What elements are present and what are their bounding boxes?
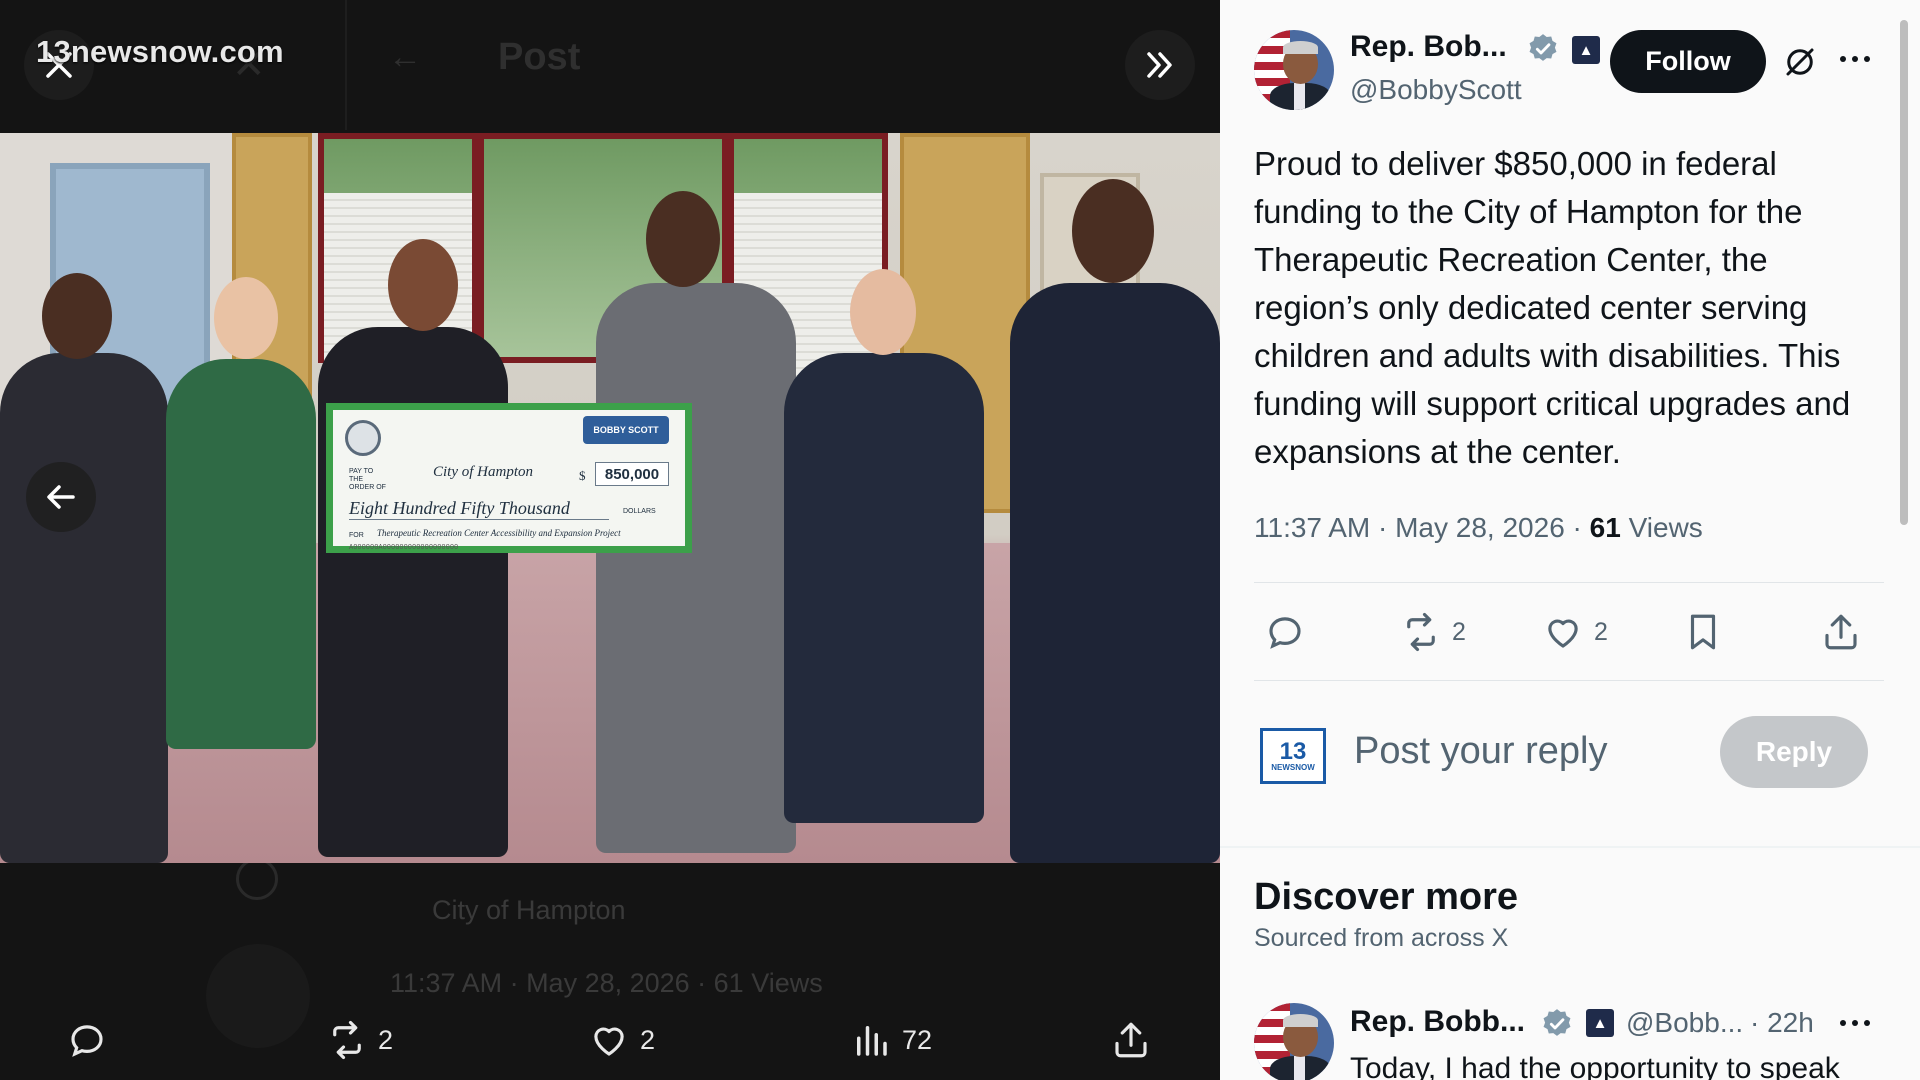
back-arrow-icon: ← xyxy=(388,38,422,76)
photo-person-4-head xyxy=(646,191,720,287)
media-like-button[interactable]: 2 xyxy=(588,1008,655,1072)
background-meta: 11:37 AM · May 28, 2026 · 61 Views xyxy=(390,968,823,998)
post-text: Proud to deliver $850,000 in federal fun… xyxy=(1254,145,1851,470)
recommended-post-time[interactable]: · 22h xyxy=(1750,1007,1814,1039)
check-dollars-label: DOLLARS xyxy=(623,508,656,515)
avatar-logo-number: 13 xyxy=(1279,737,1307,765)
check-payee: City of Hampton xyxy=(433,464,533,480)
check-pay-to-label: PAY TO THE ORDER OF xyxy=(349,468,386,491)
photo-person-4 xyxy=(596,283,796,853)
check-for-label: FOR xyxy=(349,532,364,539)
section-divider xyxy=(1220,846,1920,848)
background-location: City of Hampton xyxy=(432,895,626,925)
like-button[interactable]: 2 xyxy=(1542,604,1608,660)
arrow-left-icon xyxy=(47,485,75,509)
recommended-post-text: Today, I had the opportunity to speak xyxy=(1350,1052,1840,1080)
post-photo[interactable]: BOBBY SCOTT PAY TO THE ORDER OF City of … xyxy=(0,133,1220,863)
discover-subtitle: Sourced from across X xyxy=(1254,924,1509,952)
photo-person-1-head xyxy=(42,273,112,359)
photo-person-2-head xyxy=(214,277,278,359)
bookmark-icon xyxy=(1690,614,1716,650)
author-avatar[interactable] xyxy=(1254,30,1334,110)
reply-icon xyxy=(1269,617,1301,649)
photo-person-6 xyxy=(1010,283,1220,863)
divider xyxy=(1254,680,1884,681)
user-avatar[interactable]: 13 NEWSNOW xyxy=(1260,728,1326,784)
check-memo: Therapeutic Recreation Center Accessibil… xyxy=(377,528,621,538)
reply-composer: 13 NEWSNOW Post your reply Reply xyxy=(1220,700,1920,800)
photo-person-5 xyxy=(784,353,984,823)
post-action-bar: 2 2 xyxy=(1220,604,1920,660)
background-divider xyxy=(345,0,347,130)
grok-icon[interactable] xyxy=(1782,44,1818,80)
repost-icon xyxy=(333,1020,361,1060)
share-button[interactable] xyxy=(1820,604,1862,660)
repost-button[interactable]: 2 xyxy=(1400,604,1466,660)
verified-badge-icon xyxy=(1543,1009,1571,1036)
capitol-affiliation-icon: ▲ xyxy=(1586,1009,1614,1037)
avatar-logo-sub: NEWSNOW xyxy=(1271,762,1315,772)
photo-person-5-head xyxy=(850,269,916,355)
congress-seal-icon xyxy=(345,420,381,456)
recommended-author-name[interactable]: Rep. Bobb... xyxy=(1350,1005,1525,1039)
more-options-icon[interactable] xyxy=(1840,56,1870,62)
media-action-bar: 2 2 72 xyxy=(0,1008,1220,1072)
verified-badge-icon xyxy=(1529,34,1557,61)
post-meta: 11:37 AM · May 28, 2026 · 61 Views xyxy=(1254,512,1703,544)
heart-icon xyxy=(594,1027,624,1056)
check-amount-words: Eight Hundred Fifty Thousand xyxy=(349,498,609,520)
author-name[interactable]: Rep. Bob... xyxy=(1350,30,1507,64)
media-repost-button[interactable]: 2 xyxy=(326,1008,393,1072)
more-options-icon[interactable] xyxy=(1840,1020,1870,1026)
post-views-count: 61 xyxy=(1589,512,1621,543)
media-reply-button[interactable] xyxy=(66,1008,108,1072)
check-amount: 850,000 xyxy=(595,462,669,486)
post-timestamp[interactable]: 11:37 AM · May 28, 2026 · xyxy=(1254,512,1590,543)
reply-input[interactable]: Post your reply xyxy=(1354,730,1607,773)
scrollbar[interactable] xyxy=(1900,20,1908,525)
media-views-count: 72 xyxy=(902,1024,933,1055)
post-detail-panel: Rep. Bob... ▲ @BobbyScott Follow Proud t… xyxy=(1220,0,1920,1080)
check-micr-line: A000000A000000000000000000 xyxy=(349,544,459,552)
double-chevron-right-icon xyxy=(1147,52,1172,78)
station-watermark: 13newsnow.com xyxy=(36,34,284,69)
discover-title: Discover more xyxy=(1254,876,1519,918)
media-viewer: ✕ ← Post City of Hampton 11:37 AM · May … xyxy=(0,0,1220,1080)
photo-person-2 xyxy=(166,359,316,749)
bar-chart-icon xyxy=(857,1026,887,1056)
media-repost-count: 2 xyxy=(378,1024,394,1055)
recommended-avatar[interactable] xyxy=(1254,1003,1334,1080)
expand-panel-button[interactable] xyxy=(1125,30,1195,100)
divider xyxy=(1254,582,1884,583)
recommended-author-handle[interactable]: @Bobb... xyxy=(1626,1007,1743,1039)
bookmark-button[interactable] xyxy=(1682,604,1724,660)
media-views-button[interactable]: 72 xyxy=(850,1008,932,1072)
media-share-button[interactable] xyxy=(1110,1008,1152,1072)
repost-count: 2 xyxy=(1452,617,1466,646)
reply-icon xyxy=(71,1025,103,1057)
like-count: 2 xyxy=(1594,617,1608,646)
capitol-affiliation-icon: ▲ xyxy=(1572,36,1600,64)
photo-person-6-head xyxy=(1072,179,1154,283)
repost-icon xyxy=(1407,612,1435,652)
background-page-title: Post xyxy=(498,36,581,78)
share-icon xyxy=(1115,1022,1147,1058)
post-views-label: Views xyxy=(1620,512,1703,543)
check-dollar-sign: $ xyxy=(579,468,586,483)
reply-button[interactable] xyxy=(1264,604,1306,660)
check-badge: BOBBY SCOTT xyxy=(583,416,669,444)
ceremonial-check: BOBBY SCOTT PAY TO THE ORDER OF City of … xyxy=(326,403,692,553)
reply-submit-button[interactable]: Reply xyxy=(1720,716,1868,788)
photo-person-1 xyxy=(0,353,168,863)
share-icon xyxy=(1825,614,1857,650)
follow-button[interactable]: Follow xyxy=(1610,30,1766,93)
author-handle[interactable]: @BobbyScott xyxy=(1350,74,1522,106)
heart-icon xyxy=(1548,619,1578,648)
photo-person-3-head xyxy=(388,239,458,331)
media-like-count: 2 xyxy=(640,1024,656,1055)
more-circle-icon xyxy=(236,858,278,900)
previous-button[interactable] xyxy=(26,462,96,532)
